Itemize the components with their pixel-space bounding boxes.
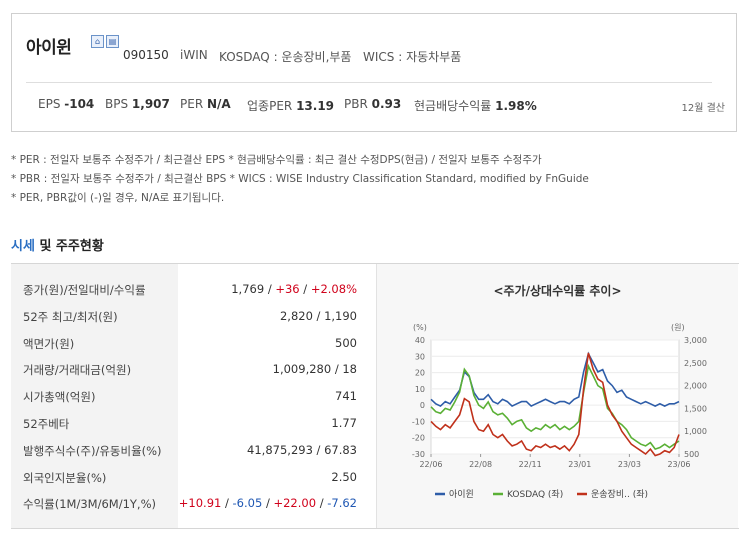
plot-area xyxy=(430,339,680,455)
stat-1: BPS 1,907 xyxy=(105,97,170,111)
y-left-tick: -30 xyxy=(412,450,425,459)
stat-label: 현금배당수익률 xyxy=(414,99,496,113)
y-left-tick: 30 xyxy=(415,352,425,361)
stat-value: 1.98% xyxy=(495,99,537,113)
legend-label-1: KOSDAQ (좌) xyxy=(507,489,563,500)
stat-label: 업종PER xyxy=(247,99,297,113)
row-label: 52주베타 xyxy=(23,417,70,431)
row-value: 500 xyxy=(335,335,357,350)
row-label: 시가총액(억원) xyxy=(23,390,96,405)
row-label: 52주 최고/최저(원) xyxy=(23,309,118,324)
stat-2: PER N/A xyxy=(180,97,231,111)
y-left-tick: 40 xyxy=(415,336,425,345)
chart-panel: <주가/상대수익률 추이> 40 30 20 10 0 -10 -20 -30 3,000 2,5… xyxy=(376,264,738,528)
company-name: 아이윈 xyxy=(26,38,72,58)
row-label: 거래량/거래대금(억원) xyxy=(23,363,132,378)
left-unit: (%) xyxy=(413,323,427,332)
stat-label: PBR xyxy=(344,97,372,111)
row-label: 발행주식수(주)/유동비율(%) xyxy=(23,443,162,458)
y-left-tick: 20 xyxy=(415,369,425,378)
note-na: * PER, PBR값이 (-)일 경우, N/A로 표기됩니다. xyxy=(11,192,225,204)
settle-month: 12월 결산 xyxy=(681,103,725,114)
y-left-tick: -20 xyxy=(412,434,425,443)
stat-value: -104 xyxy=(64,97,95,111)
row-label: 종가(원)/전일대비/수익률 xyxy=(23,283,146,297)
y-right-tick: 1,000 xyxy=(684,427,707,436)
stat-value: 13.19 xyxy=(296,99,335,113)
stat-5: 현금배당수익률 1.98% xyxy=(414,97,537,114)
x-tick: 22/06 xyxy=(419,460,442,469)
company-summary-box xyxy=(11,13,737,132)
wics-sector: WICS : 자동차부품 xyxy=(363,50,462,64)
legend-label-2: 운송장비.. (좌) xyxy=(591,489,648,500)
home-icon[interactable]: ⌂ xyxy=(91,35,104,48)
right-unit: (원) xyxy=(671,323,685,332)
stat-value: 0.93 xyxy=(371,97,402,111)
row-value: +10.91 / -6.05 / +22.00 / -7.62 xyxy=(178,496,357,511)
x-tick: 23/01 xyxy=(568,460,591,469)
note-per: * PER : 전일자 보통주 수정주가 / 최근결산 EPS * 현금배당수익… xyxy=(11,154,542,166)
table-row: 52주 최고/최저(원) 2,820 / 1,190 xyxy=(11,303,375,329)
y-right-tick: 1,500 xyxy=(684,404,707,413)
x-tick: 22/11 xyxy=(519,460,542,469)
stat-3: 업종PER 13.19 xyxy=(247,97,334,114)
ir-icon[interactable]: ▤ xyxy=(106,35,119,48)
x-tick: 23/06 xyxy=(667,460,690,469)
table-row: 외국인지분율(%) 2.50 xyxy=(11,464,375,490)
y-right-tick: 2,500 xyxy=(684,359,707,368)
y-right-tick: 500 xyxy=(684,450,699,459)
table-row: 발행주식수(주)/유동비율(%) 41,875,293 / 67.83 xyxy=(11,437,375,463)
x-tick: 23/03 xyxy=(618,460,641,469)
table-row: 수익률(1M/3M/6M/1Y,%) +10.91 / -6.05 / +22.0… xyxy=(11,490,375,516)
english-name: iWIN xyxy=(180,48,208,62)
table-row: 거래량/거래대금(억원) 1,009,280 / 18 xyxy=(11,356,375,382)
note-pbr: * PBR : 전일자 보통주 수정주가 / 최근결산 BPS * WICS :… xyxy=(11,173,589,185)
stat-value: 1,907 xyxy=(131,97,170,111)
price-table: 종가(원)/전일대비/수익률 1,769 / +36 / +2.08% 52주 최고… xyxy=(11,264,375,528)
y-left-tick: -10 xyxy=(412,417,425,426)
y-left-tick: 10 xyxy=(415,385,425,394)
row-label: 액면가(원) xyxy=(23,336,75,351)
table-row: 시가총액(억원) 741 xyxy=(11,383,375,409)
row-label: 수익률(1M/3M/6M/1Y,%) xyxy=(23,497,156,512)
table-row: 52주베타 1.77 xyxy=(11,410,375,436)
y-right-tick: 2,000 xyxy=(684,382,707,391)
y-left-tick: 0 xyxy=(420,401,425,410)
y-right-tick: 3,000 xyxy=(684,336,707,345)
row-label: 외국인지분율(%) xyxy=(23,470,107,485)
stat-label: EPS xyxy=(38,97,65,111)
row-value: 741 xyxy=(335,389,357,404)
table-row: 액면가(원) 500 xyxy=(11,330,375,356)
stat-label: BPS xyxy=(105,97,132,111)
stat-value: N/A xyxy=(206,97,231,111)
price-chart: 40 30 20 10 0 -10 -20 -30 3,000 2,500 2,000 1,500 1,… xyxy=(412,323,707,500)
row-value: 2,820 / 1,190 xyxy=(279,308,357,323)
stat-0: EPS -104 xyxy=(38,97,94,111)
stock-code: 090150 xyxy=(123,48,169,62)
section-title: 시세 및 주주현황 xyxy=(11,239,104,254)
stat-4: PBR 0.93 xyxy=(344,97,401,111)
x-tick: 22/08 xyxy=(469,460,492,469)
summary-divider xyxy=(26,82,712,83)
row-value: 1,009,280 / 18 xyxy=(272,362,357,377)
table-row: 종가(원)/전일대비/수익률 1,769 / +36 / +2.08% xyxy=(11,276,375,302)
market-sector: KOSDAQ : 운송장비,부품 xyxy=(219,50,352,64)
row-value: 41,875,293 / 67.83 xyxy=(247,442,357,457)
row-value: 2.50 xyxy=(331,469,357,484)
legend-label-0: 아이윈 xyxy=(449,489,474,500)
stat-label: PER xyxy=(180,97,207,111)
row-value: 1.77 xyxy=(331,416,357,430)
row-value: 1,769 / +36 / +2.08% xyxy=(231,282,357,296)
